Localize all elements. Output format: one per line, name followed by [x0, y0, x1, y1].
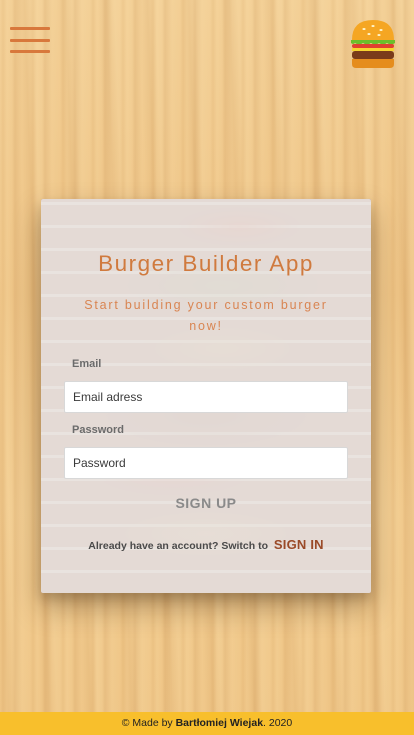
sign-in-link[interactable]: SIGN IN — [274, 537, 324, 552]
hamburger-menu-icon[interactable] — [10, 27, 50, 53]
password-label: Password — [72, 424, 124, 436]
email-label: Email — [72, 358, 102, 370]
switch-mode-row: Already have an account? Switch to SIGN … — [41, 537, 371, 552]
auth-card: Burger Builder App Start building your c… — [41, 199, 371, 593]
menu-bar — [10, 50, 50, 53]
password-input[interactable] — [64, 447, 348, 479]
footer-suffix: . 2020 — [263, 717, 293, 729]
footer-author: Bartłomiej Wiejak — [175, 717, 264, 729]
footer-prefix: © Made by — [121, 717, 176, 729]
app-subtitle: Start building your custom burger now! — [84, 298, 328, 333]
switch-mode-text: Already have an account? Switch to — [88, 540, 268, 552]
app-title: Burger Builder App — [98, 251, 314, 276]
email-input[interactable] — [64, 381, 348, 413]
sign-up-button[interactable]: SIGN UP — [146, 493, 266, 513]
auth-form: Burger Builder App Start building your c… — [41, 199, 371, 593]
menu-bar — [10, 38, 50, 42]
burger-logo-icon[interactable] — [350, 18, 396, 72]
menu-bar — [10, 27, 50, 30]
footer: © Made by Bartłomiej Wiejak. 2020 — [0, 712, 414, 735]
